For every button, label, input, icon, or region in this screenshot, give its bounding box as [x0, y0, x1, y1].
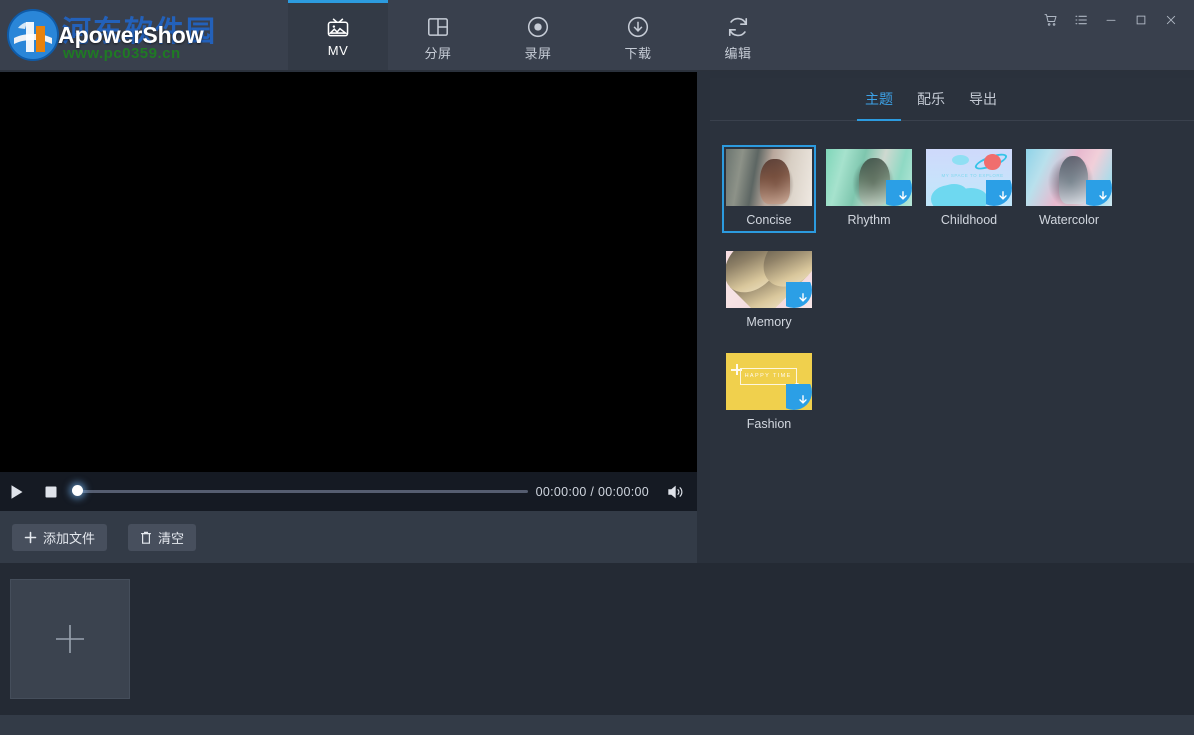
- download-badge-icon[interactable]: [786, 282, 812, 308]
- stop-button[interactable]: [34, 472, 68, 511]
- panel-tab-music-label: 配乐: [917, 90, 945, 107]
- close-icon[interactable]: [1156, 8, 1186, 32]
- brand-logo-area: 河东软件园 ApowerShow www.pc0359.cn: [0, 0, 288, 70]
- theme-artwork-concise: [726, 149, 812, 206]
- media-timeline: [0, 563, 1194, 715]
- tab-mv-label: MV: [327, 43, 349, 58]
- time-display: 00:00:00 / 00:00:00: [535, 484, 649, 499]
- theme-thumbnail: [726, 251, 812, 308]
- list-menu-icon[interactable]: [1066, 8, 1096, 32]
- download-badge-icon[interactable]: [1086, 180, 1112, 206]
- panel-tab-export-label: 导出: [969, 90, 997, 107]
- theme-label: Watercolor: [1039, 213, 1099, 227]
- edit-refresh-icon: [728, 17, 748, 37]
- panel-tab-theme-label: 主题: [865, 90, 893, 107]
- add-file-button[interactable]: 添加文件: [12, 524, 108, 551]
- theme-item-fashion[interactable]: HAPPY TIME Fashion: [722, 349, 816, 437]
- tab-screen-record-label: 录屏: [524, 46, 552, 61]
- tab-mv[interactable]: MV: [288, 0, 388, 70]
- theme-item-concise[interactable]: Concise: [722, 145, 816, 233]
- theme-item-rhythm[interactable]: Rhythm: [822, 145, 916, 233]
- tab-edit-label: 编辑: [724, 46, 752, 61]
- video-preview-area[interactable]: [0, 72, 697, 472]
- theme-thumbnail: [1026, 149, 1112, 206]
- theme-label: Childhood: [940, 213, 998, 227]
- minimize-icon[interactable]: [1096, 8, 1126, 32]
- tab-split-screen[interactable]: 分屏: [388, 0, 488, 70]
- main-nav-tabs: MV 分屏 录屏 下载 编辑: [288, 0, 788, 71]
- plus-icon: [56, 625, 84, 653]
- play-button[interactable]: [0, 472, 34, 511]
- panel-tab-theme[interactable]: 主题: [853, 77, 905, 121]
- theme-item-childhood[interactable]: MY SPACE TO EXPLORE Childhood: [922, 145, 1016, 233]
- watermark-url-text: www.pc0359.cn: [63, 45, 181, 62]
- download-badge-icon[interactable]: [786, 384, 812, 410]
- planet-shape: [983, 153, 1001, 170]
- clear-button[interactable]: 清空: [128, 524, 197, 551]
- record-icon: [527, 16, 549, 38]
- tab-download[interactable]: 下载: [588, 0, 688, 70]
- add-file-label: 添加文件: [43, 531, 96, 546]
- window-controls: [1036, 8, 1186, 32]
- theme-thumbnail: HAPPY TIME: [726, 353, 812, 410]
- panel-tab-export[interactable]: 导出: [957, 77, 1009, 120]
- application-window: 河东软件园 ApowerShow www.pc0359.cn MV 分屏 录屏 …: [0, 0, 1194, 735]
- theme-item-memory[interactable]: Memory: [722, 247, 816, 335]
- theme-label: Rhythm: [847, 213, 891, 227]
- cart-icon[interactable]: [1036, 8, 1066, 32]
- progress-slider[interactable]: [72, 472, 528, 511]
- status-bar: [0, 715, 1194, 735]
- caption-frame-shape: HAPPY TIME: [739, 367, 797, 385]
- trash-icon: [141, 531, 151, 544]
- tab-split-screen-label: 分屏: [424, 46, 452, 61]
- split-screen-icon: [428, 18, 448, 36]
- download-icon: [627, 16, 649, 38]
- theme-thumbnail: MY SPACE TO EXPLORE: [926, 149, 1012, 206]
- panel-tab-music[interactable]: 配乐: [905, 77, 957, 120]
- theme-grid: Concise Rhythm MY SPACE TO EXPLORE Child…: [710, 121, 1194, 451]
- cloud-shape: [951, 154, 969, 165]
- theme-item-watercolor[interactable]: Watercolor: [1022, 145, 1116, 233]
- right-side-panel: 主题 配乐 导出 Concise Rhythm MY SPACE TO EXPL…: [710, 78, 1194, 510]
- apowershow-logo-icon: [7, 9, 59, 61]
- panel-tabs: 主题 配乐 导出: [710, 78, 1194, 121]
- player-control-bar: 00:00:00 / 00:00:00: [0, 472, 697, 511]
- theme-thumbnail: [726, 149, 812, 206]
- tab-screen-record[interactable]: 录屏: [488, 0, 588, 70]
- download-badge-icon[interactable]: [886, 180, 912, 206]
- volume-icon[interactable]: [659, 472, 693, 511]
- theme-label: Fashion: [746, 417, 792, 431]
- theme-label: Memory: [746, 315, 792, 329]
- plus-icon: [24, 531, 37, 544]
- tab-download-label: 下载: [624, 46, 652, 61]
- maximize-icon[interactable]: [1126, 8, 1156, 32]
- download-badge-icon[interactable]: [986, 180, 1012, 206]
- tv-photo-icon: [327, 18, 349, 37]
- childhood-caption: MY SPACE TO EXPLORE: [941, 172, 1004, 178]
- fashion-caption: HAPPY TIME: [744, 373, 792, 380]
- tab-edit[interactable]: 编辑: [688, 0, 788, 70]
- progress-handle[interactable]: [72, 485, 83, 496]
- theme-label: Concise: [746, 213, 792, 227]
- file-action-bar: 添加文件 清空: [0, 511, 697, 563]
- theme-thumbnail: [826, 149, 912, 206]
- add-media-slot[interactable]: [10, 579, 130, 699]
- progress-track: [72, 490, 528, 493]
- title-bar: 河东软件园 ApowerShow www.pc0359.cn MV 分屏 录屏 …: [0, 0, 1194, 71]
- clear-label: 清空: [158, 531, 185, 546]
